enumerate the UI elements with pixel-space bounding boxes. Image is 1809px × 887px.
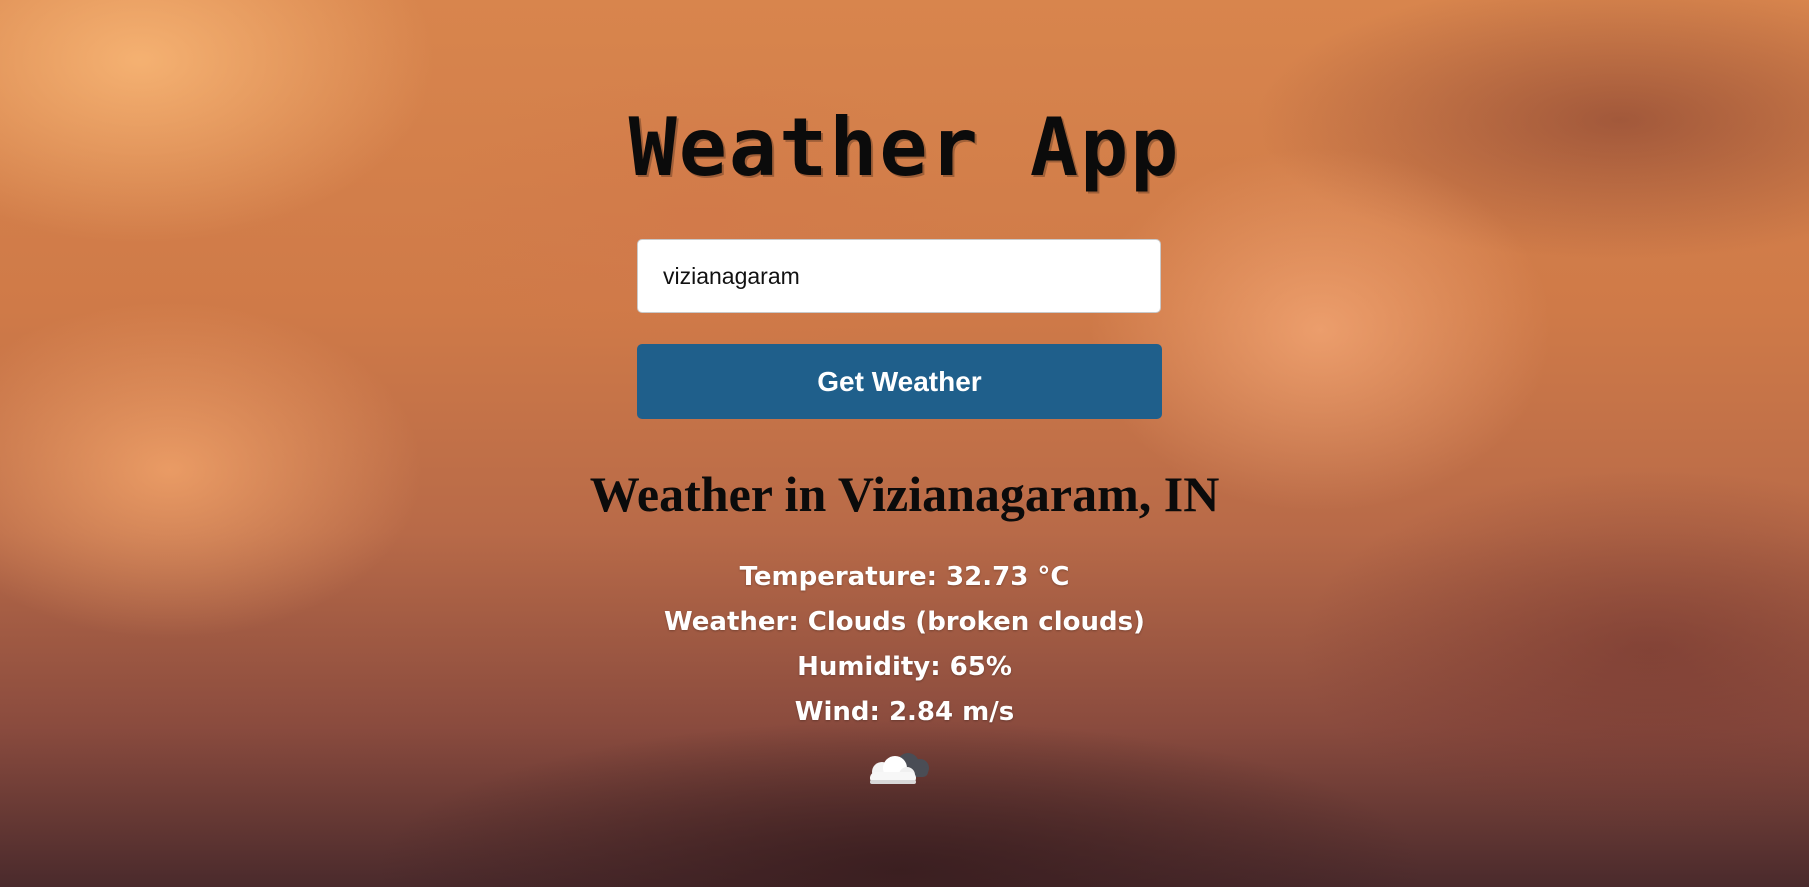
wind-text: Wind: 2.84 m/s bbox=[794, 697, 1015, 727]
weather-app-page: Weather App Get Weather Weather in Vizia… bbox=[0, 0, 1809, 887]
humidity-text: Humidity: 65% bbox=[797, 652, 1012, 682]
weather-result-heading: Weather in Vizianagaram, IN bbox=[589, 466, 1220, 522]
app-title: Weather App bbox=[628, 101, 1181, 194]
temperature-text: Temperature: 32.73 °C bbox=[739, 562, 1070, 592]
broken-clouds-icon bbox=[870, 753, 929, 784]
get-weather-button[interactable]: Get Weather bbox=[637, 344, 1162, 419]
city-search-input[interactable] bbox=[637, 239, 1161, 313]
weather-details: Temperature: 32.73 °C Weather: Clouds (b… bbox=[0, 555, 1809, 735]
weather-condition-text: Weather: Clouds (broken clouds) bbox=[664, 607, 1145, 637]
